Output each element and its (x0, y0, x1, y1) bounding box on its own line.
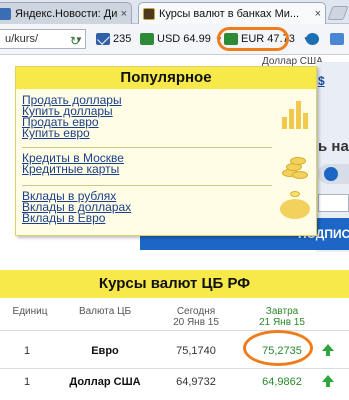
row-unit: 1 (23, 376, 31, 388)
cloud-widget-button[interactable] (330, 30, 347, 48)
weather-widget-button[interactable] (306, 30, 322, 48)
tab-currency-rates[interactable]: Курсы валют в банках Ми... × (138, 2, 326, 24)
menu-title: Популярное (16, 67, 316, 89)
row-currency: Доллар США (69, 376, 141, 388)
row-currency: Евро (91, 345, 119, 357)
table-divider (0, 368, 349, 369)
cloud-icon (330, 33, 344, 45)
menu-group-credit: Кредиты в Москве Кредитные карты (22, 152, 124, 175)
row-today-rate: 75,1740 (176, 345, 216, 357)
site-favicon-icon (143, 7, 155, 20)
menu-link-buy-eur[interactable]: Купить евро (22, 127, 122, 139)
col-header-unit: Единиц (12, 306, 48, 317)
weather-icon (306, 33, 319, 45)
arrow-up-icon (322, 344, 334, 356)
row-today-rate: 64,9732 (176, 376, 216, 388)
tomorrow-rate-highlight-ring (243, 330, 313, 366)
arrow-up-icon (322, 375, 334, 387)
col-header-today-date: 20 Янв 15 (173, 317, 219, 328)
row-tomorrow-rate: 64,9862 (262, 376, 302, 388)
tab-close-icon[interactable]: × (118, 8, 127, 20)
eur-highlight-ring (217, 27, 289, 51)
browser-tab-strip: Яндекс.Новости: Динами × Курсы валют в б… (0, 0, 349, 24)
col-header-today-label: Сегодня (176, 306, 216, 317)
yandex-favicon-icon (0, 7, 11, 20)
address-url: u/kurs/ (5, 33, 39, 45)
screenshot-root: Яндекс.Новости: Динами × Курсы валют в б… (0, 0, 349, 400)
mail-icon (96, 33, 110, 45)
toggle-switch[interactable] (318, 164, 349, 184)
menu-divider (22, 185, 272, 186)
menu-divider (22, 147, 272, 148)
usd-rate-button[interactable]: USD 64.99 ▼ (140, 30, 223, 48)
rates-title: Курсы валют ЦБ РФ (0, 270, 349, 298)
popular-dropdown-menu: Популярное Продать доллары Купить доллар… (15, 66, 317, 236)
browser-toolbar: u/kurs/ ▼ ↻ 235 USD 64.99 ▼ EUR 47.73 ▼ (0, 24, 349, 55)
section-heading-fragment: ь на (318, 138, 349, 155)
piggy-bank-icon (278, 191, 312, 221)
col-header-tomorrow-label: Завтра (265, 306, 299, 317)
col-header-currency: Валюта ЦБ (78, 306, 132, 317)
table-divider (0, 330, 349, 331)
rate-chart-icon (140, 33, 154, 45)
tab-yandex-news[interactable]: Яндекс.Новости: Динами × (0, 2, 132, 24)
email-field[interactable] (318, 194, 349, 212)
col-header-tomorrow-date: 21 Янв 15 (259, 317, 305, 328)
col-header-tomorrow: Завтра 21 Янв 15 (246, 306, 318, 328)
currency-nav-link[interactable]: $ (318, 74, 325, 88)
tab-title: Яндекс.Новости: Динами (15, 7, 118, 20)
menu-link-deposits-eur[interactable]: Вклады в Евро (22, 212, 131, 224)
col-header-today: Сегодня 20 Янв 15 (160, 306, 232, 328)
mail-widget-button[interactable]: 235 (96, 30, 131, 48)
coins-icon (278, 149, 310, 181)
menu-group-deposits: Вклады в рублях Вклады в долларах Вклады… (22, 190, 131, 224)
tab-close-icon[interactable]: × (312, 8, 321, 20)
new-tab-button[interactable] (327, 6, 349, 20)
tab-title: Курсы валют в банках Ми... (159, 7, 300, 20)
mail-count: 235 (113, 33, 132, 45)
menu-link-credit-cards[interactable]: Кредитные карты (22, 163, 124, 175)
usd-rate-label: USD 64.99 (157, 33, 211, 45)
menu-group-exchange: Продать доллары Купить доллары Продать е… (22, 94, 122, 139)
row-unit: 1 (23, 345, 31, 357)
bar-chart-icon (280, 95, 310, 129)
reload-icon[interactable]: ↻ (70, 34, 80, 48)
